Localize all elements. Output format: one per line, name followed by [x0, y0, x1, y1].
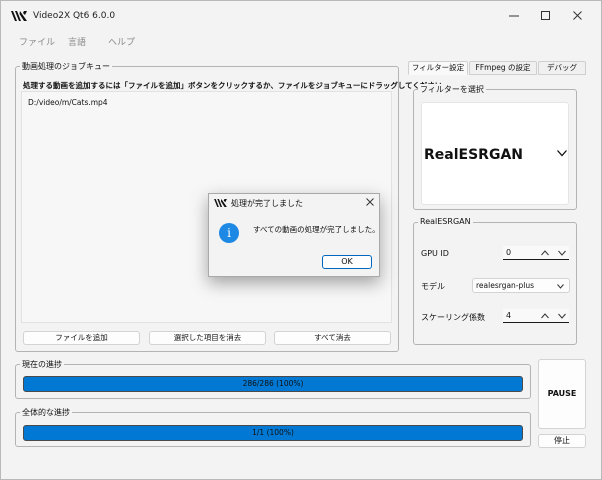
- model-label: モデル: [421, 282, 445, 291]
- video2x-logo-icon: [214, 199, 227, 207]
- maximize-button[interactable]: [531, 7, 561, 25]
- model-combobox[interactable]: realesrgan-plus: [472, 278, 570, 293]
- completion-dialog: 処理が完了しました i すべての動画の処理が完了しました。 OK: [208, 193, 380, 277]
- current-progress-title: 現在の進捗: [20, 359, 64, 370]
- dialog-title: 処理が完了しました: [231, 199, 303, 208]
- filter-select-title: フィルターを選択: [418, 84, 486, 95]
- overall-progress-bar: 1/1 (100%): [23, 425, 523, 441]
- gpu-id-spinbox[interactable]: 0: [503, 246, 569, 260]
- close-icon: [573, 11, 582, 20]
- tab-debug[interactable]: デバッグ: [538, 61, 586, 75]
- menu-bar: ファイル 言語 ヘルプ: [1, 31, 601, 51]
- close-button[interactable]: [563, 7, 593, 25]
- filter-dropdown[interactable]: RealESRGAN: [421, 102, 569, 205]
- dialog-message: すべての動画の処理が完了しました。: [253, 225, 380, 234]
- tab-ffmpeg-settings[interactable]: FFmpeg の設定: [469, 61, 537, 75]
- menu-help[interactable]: ヘルプ: [108, 35, 135, 48]
- main-window: Video2X Qt6 6.0.0 ファイル 言語 ヘルプ 動画処理のジョブキュ…: [0, 0, 602, 480]
- scale-label: スケーリング係数: [421, 313, 485, 322]
- video2x-logo-icon: [11, 11, 27, 21]
- scale-spinbox[interactable]: 4: [503, 309, 569, 323]
- window-title: Video2X Qt6 6.0.0: [33, 11, 116, 21]
- close-icon[interactable]: [366, 198, 374, 206]
- chevron-down-icon: [557, 284, 564, 289]
- spin-arrows-icon[interactable]: [541, 250, 567, 256]
- list-item[interactable]: D:/video/m/Cats.mp4: [28, 98, 108, 107]
- overall-progress-text: 1/1 (100%): [252, 428, 294, 437]
- gpu-id-value: 0: [506, 248, 512, 257]
- remove-selected-button[interactable]: 選択した項目を消去: [149, 331, 266, 345]
- model-value: realesrgan-plus: [476, 281, 535, 290]
- minimize-button[interactable]: [499, 7, 529, 25]
- realesrgan-title: RealESRGAN: [418, 217, 473, 226]
- clear-all-button[interactable]: すべて消去: [274, 331, 391, 345]
- tab-filter-settings[interactable]: フィルター設定: [408, 61, 468, 75]
- current-progress-text: 286/286 (100%): [242, 379, 304, 388]
- spin-arrows-icon[interactable]: [541, 313, 567, 319]
- stop-button[interactable]: 停止: [538, 434, 586, 448]
- dialog-title-bar[interactable]: 処理が完了しました: [209, 194, 379, 212]
- pause-button[interactable]: PAUSE: [538, 359, 586, 429]
- current-progress-bar: 286/286 (100%): [23, 376, 523, 392]
- gpu-id-label: GPU ID: [421, 249, 449, 258]
- chevron-down-icon: [557, 150, 567, 157]
- ok-button[interactable]: OK: [322, 255, 372, 269]
- job-queue-title: 動画処理のジョブキュー: [20, 61, 112, 72]
- menu-language[interactable]: 言語: [68, 35, 86, 48]
- overall-progress-title: 全体的な進捗: [20, 407, 72, 418]
- title-bar[interactable]: Video2X Qt6 6.0.0: [1, 1, 601, 31]
- info-icon: i: [219, 223, 239, 243]
- filter-selected-value: RealESRGAN: [424, 147, 523, 163]
- minimize-icon: [509, 15, 519, 17]
- queue-hint: 処理する動画を追加するには「ファイルを追加」ボタンをクリックするか、ファイルをジ…: [23, 81, 450, 90]
- add-file-button[interactable]: ファイルを追加: [23, 331, 140, 345]
- scale-value: 4: [506, 311, 512, 320]
- maximize-icon: [541, 11, 550, 20]
- menu-file[interactable]: ファイル: [19, 35, 55, 48]
